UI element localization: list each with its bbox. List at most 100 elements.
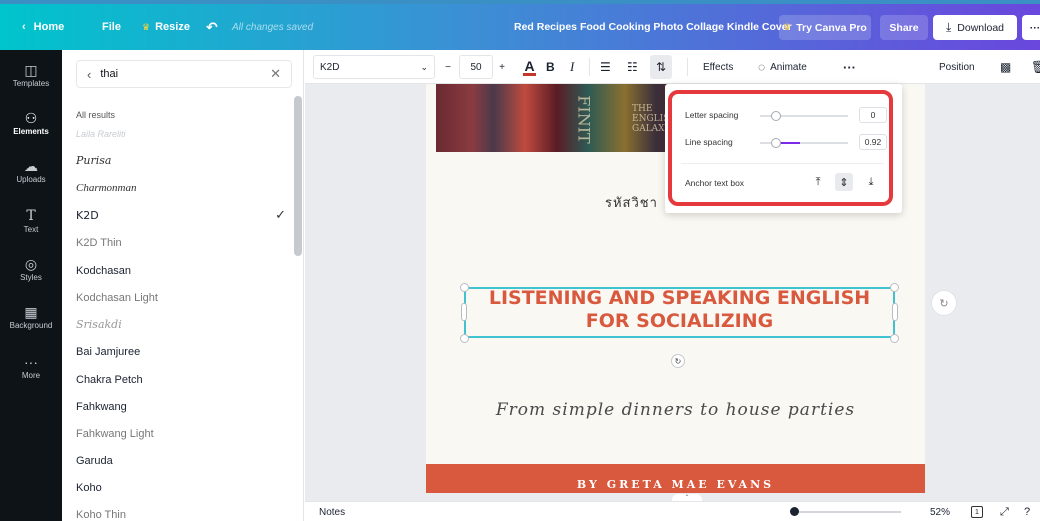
- zoom-slider-thumb[interactable]: [790, 507, 799, 516]
- resize-handle-top-left[interactable]: [460, 283, 469, 292]
- refresh-icon[interactable]: ↻: [931, 290, 957, 316]
- download-button[interactable]: ⤓ Download: [933, 15, 1017, 40]
- animate-button[interactable]: ◌ Animate: [758, 50, 807, 84]
- page-count-button[interactable]: 1: [971, 502, 983, 521]
- text-color-icon: A: [524, 58, 535, 74]
- effects-button[interactable]: Effects: [703, 50, 733, 84]
- search-value: thai: [100, 68, 119, 80]
- elements-icon: ⚇: [24, 110, 38, 126]
- position-button[interactable]: Position: [939, 50, 975, 84]
- home-label: Home: [33, 21, 65, 33]
- crown-icon: ♛: [783, 22, 792, 32]
- font-item[interactable]: Fahkwang Light: [76, 420, 286, 447]
- font-item[interactable]: Koho Thin: [76, 501, 286, 521]
- font-family-value: K2D: [320, 61, 340, 73]
- books-photo[interactable]: THE ENGLISH GALAXY FINIT: [436, 84, 698, 152]
- author-band[interactable]: BY GRETA MAE EVANS: [426, 464, 925, 493]
- rail-label: Text: [23, 225, 39, 234]
- try-pro-label: Try Canva Pro: [796, 21, 867, 34]
- checkmark-icon: ✓: [275, 208, 286, 223]
- font-name: K2D: [76, 209, 99, 222]
- crown-icon: ♛: [142, 21, 151, 32]
- list-icon[interactable]: ☷: [627, 50, 638, 84]
- course-code-text[interactable]: รหัสวิชา: [605, 192, 658, 213]
- notes-button[interactable]: Notes: [319, 502, 345, 521]
- templates-icon: ◫: [24, 62, 38, 78]
- save-status: All changes saved: [232, 21, 314, 33]
- zoom-slider-track[interactable]: [799, 511, 901, 513]
- try-canva-pro-button[interactable]: ♛ Try Canva Pro: [779, 15, 871, 40]
- author-text: BY GRETA MAE EVANS: [576, 478, 775, 491]
- rail-label: Elements: [13, 127, 49, 136]
- rail-item-uploads[interactable]: ☁ Uploads: [0, 158, 62, 184]
- spacing-icon[interactable]: ⇅: [650, 55, 672, 79]
- more-toolbar-button[interactable]: ···: [843, 50, 856, 84]
- text-color-swatch: [523, 73, 536, 76]
- transparency-icon[interactable]: ▩: [1000, 50, 1011, 84]
- share-button[interactable]: Share: [880, 15, 928, 40]
- resize-button[interactable]: ♛ Resize: [142, 4, 190, 50]
- bold-icon[interactable]: B: [546, 50, 555, 84]
- file-menu-button[interactable]: File: [102, 4, 121, 50]
- document-title[interactable]: Red Recipes Food Cooking Photo Collage K…: [514, 4, 792, 50]
- selection-frame[interactable]: [464, 287, 895, 338]
- font-search-input[interactable]: ‹ thai ✕: [76, 60, 292, 88]
- rail-item-background[interactable]: ▦ Background: [0, 304, 62, 330]
- font-item[interactable]: Charmonman: [76, 174, 286, 201]
- chevron-left-icon: ‹: [22, 21, 26, 33]
- align-center-icon[interactable]: ☰: [600, 50, 611, 84]
- trash-icon[interactable]: 🗑: [1031, 50, 1040, 84]
- font-item[interactable]: Bai Jamjuree: [76, 338, 286, 365]
- resize-handle-top-right[interactable]: [890, 283, 899, 292]
- font-item[interactable]: Kodchasan: [76, 257, 286, 284]
- rail-item-elements[interactable]: ⚇ Elements: [0, 110, 62, 136]
- undo-icon[interactable]: ↶: [206, 4, 218, 50]
- clear-search-icon[interactable]: ✕: [270, 66, 281, 82]
- rail-item-styles[interactable]: ◎ Styles: [0, 256, 62, 282]
- font-size-input[interactable]: 50: [459, 55, 493, 79]
- help-icon[interactable]: ?: [1024, 502, 1030, 521]
- more-options-button[interactable]: ···: [1022, 15, 1040, 40]
- back-arrow-icon[interactable]: ‹: [87, 67, 91, 82]
- cover-subtitle[interactable]: From simple dinners to house parties: [426, 400, 925, 420]
- resize-handle-right[interactable]: [892, 303, 898, 321]
- rail-item-text[interactable]: T Text: [0, 208, 62, 234]
- zoom-level[interactable]: 52%: [930, 502, 950, 521]
- bottom-bar: Notes 52% 1 ⤢ ?: [305, 501, 1040, 521]
- resize-handle-left[interactable]: [461, 303, 467, 321]
- toolbar-divider: [687, 58, 688, 76]
- text-icon: T: [26, 208, 36, 224]
- resize-handle-bottom-right[interactable]: [890, 334, 899, 343]
- font-item-faded[interactable]: Laila Rareliti: [76, 120, 286, 147]
- panel-scrollbar[interactable]: [294, 96, 302, 256]
- font-item[interactable]: Fahkwang: [76, 393, 286, 420]
- home-button[interactable]: ‹ Home: [22, 4, 64, 50]
- font-family-dropdown[interactable]: K2D ⌄: [313, 55, 435, 79]
- text-color-button[interactable]: A: [523, 50, 536, 84]
- font-item[interactable]: Purisa: [76, 147, 286, 174]
- fullscreen-icon[interactable]: ⤢: [1000, 502, 1009, 521]
- font-item-selected[interactable]: K2D ✓: [76, 202, 286, 229]
- book-spine-text: FINIT: [574, 95, 594, 144]
- font-item[interactable]: Garuda: [76, 447, 286, 474]
- font-item[interactable]: Koho: [76, 474, 286, 501]
- pages-icon: 1: [971, 506, 983, 518]
- resize-handle-bottom-left[interactable]: [460, 334, 469, 343]
- font-item[interactable]: Kodchasan Light: [76, 284, 286, 311]
- font-size-increase-button[interactable]: +: [495, 50, 509, 84]
- more-icon: ···: [24, 354, 38, 370]
- italic-icon[interactable]: I: [570, 50, 574, 84]
- resize-label: Resize: [155, 21, 190, 33]
- font-size-decrease-button[interactable]: −: [441, 50, 455, 84]
- rail-item-more[interactable]: ··· More: [0, 354, 62, 380]
- font-item[interactable]: Srisakdi: [76, 311, 286, 338]
- toolbar-divider: [589, 58, 590, 76]
- rail-label: Styles: [20, 273, 42, 282]
- top-bar: ‹ Home File ♛ Resize ↶ All changes saved…: [0, 0, 1040, 50]
- download-label: Download: [957, 21, 1004, 34]
- left-rail: ◫ Templates ⚇ Elements ☁ Uploads T Text …: [0, 50, 62, 521]
- rail-item-templates[interactable]: ◫ Templates: [0, 62, 62, 88]
- rotate-icon[interactable]: ↻: [671, 354, 685, 368]
- font-item[interactable]: K2D Thin: [76, 229, 286, 256]
- font-item[interactable]: Chakra Petch: [76, 366, 286, 393]
